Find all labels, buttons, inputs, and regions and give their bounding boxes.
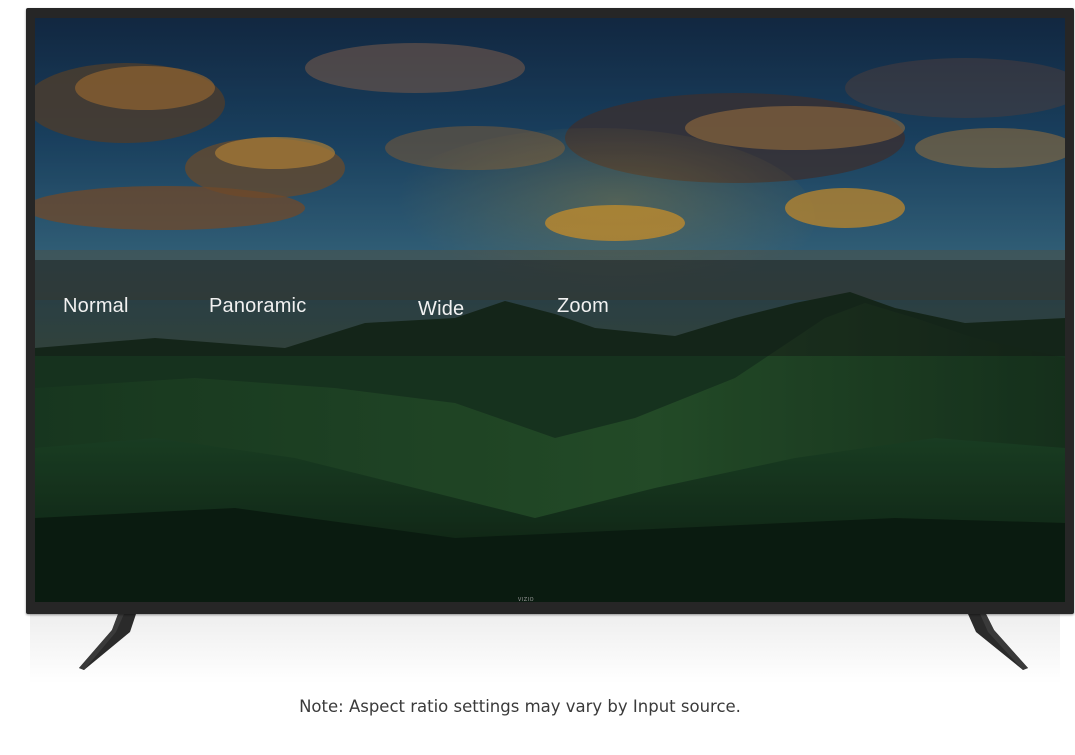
tv-screen: Normal Panoramic Wide Zoom bbox=[35, 18, 1065, 602]
floor-shadow bbox=[30, 614, 1060, 684]
menu-option-zoom[interactable]: Zoom bbox=[557, 295, 609, 318]
menu-option-normal[interactable]: Normal bbox=[63, 295, 129, 318]
note-caption: Note: Aspect ratio settings may vary by … bbox=[299, 697, 741, 716]
tv-frame: Normal Panoramic Wide Zoom bbox=[26, 8, 1074, 614]
aspect-ratio-menu: Normal Panoramic Wide Zoom bbox=[35, 260, 1065, 356]
tv-stand-left-leg bbox=[79, 614, 136, 670]
tv-stand-right-leg bbox=[968, 614, 1028, 670]
tv-brand-logo: VIZIO bbox=[517, 597, 535, 603]
page: Normal Panoramic Wide Zoom VIZIO Note: A… bbox=[0, 0, 1075, 755]
menu-option-wide[interactable]: Wide bbox=[418, 298, 464, 321]
menu-option-panoramic[interactable]: Panoramic bbox=[209, 295, 306, 318]
